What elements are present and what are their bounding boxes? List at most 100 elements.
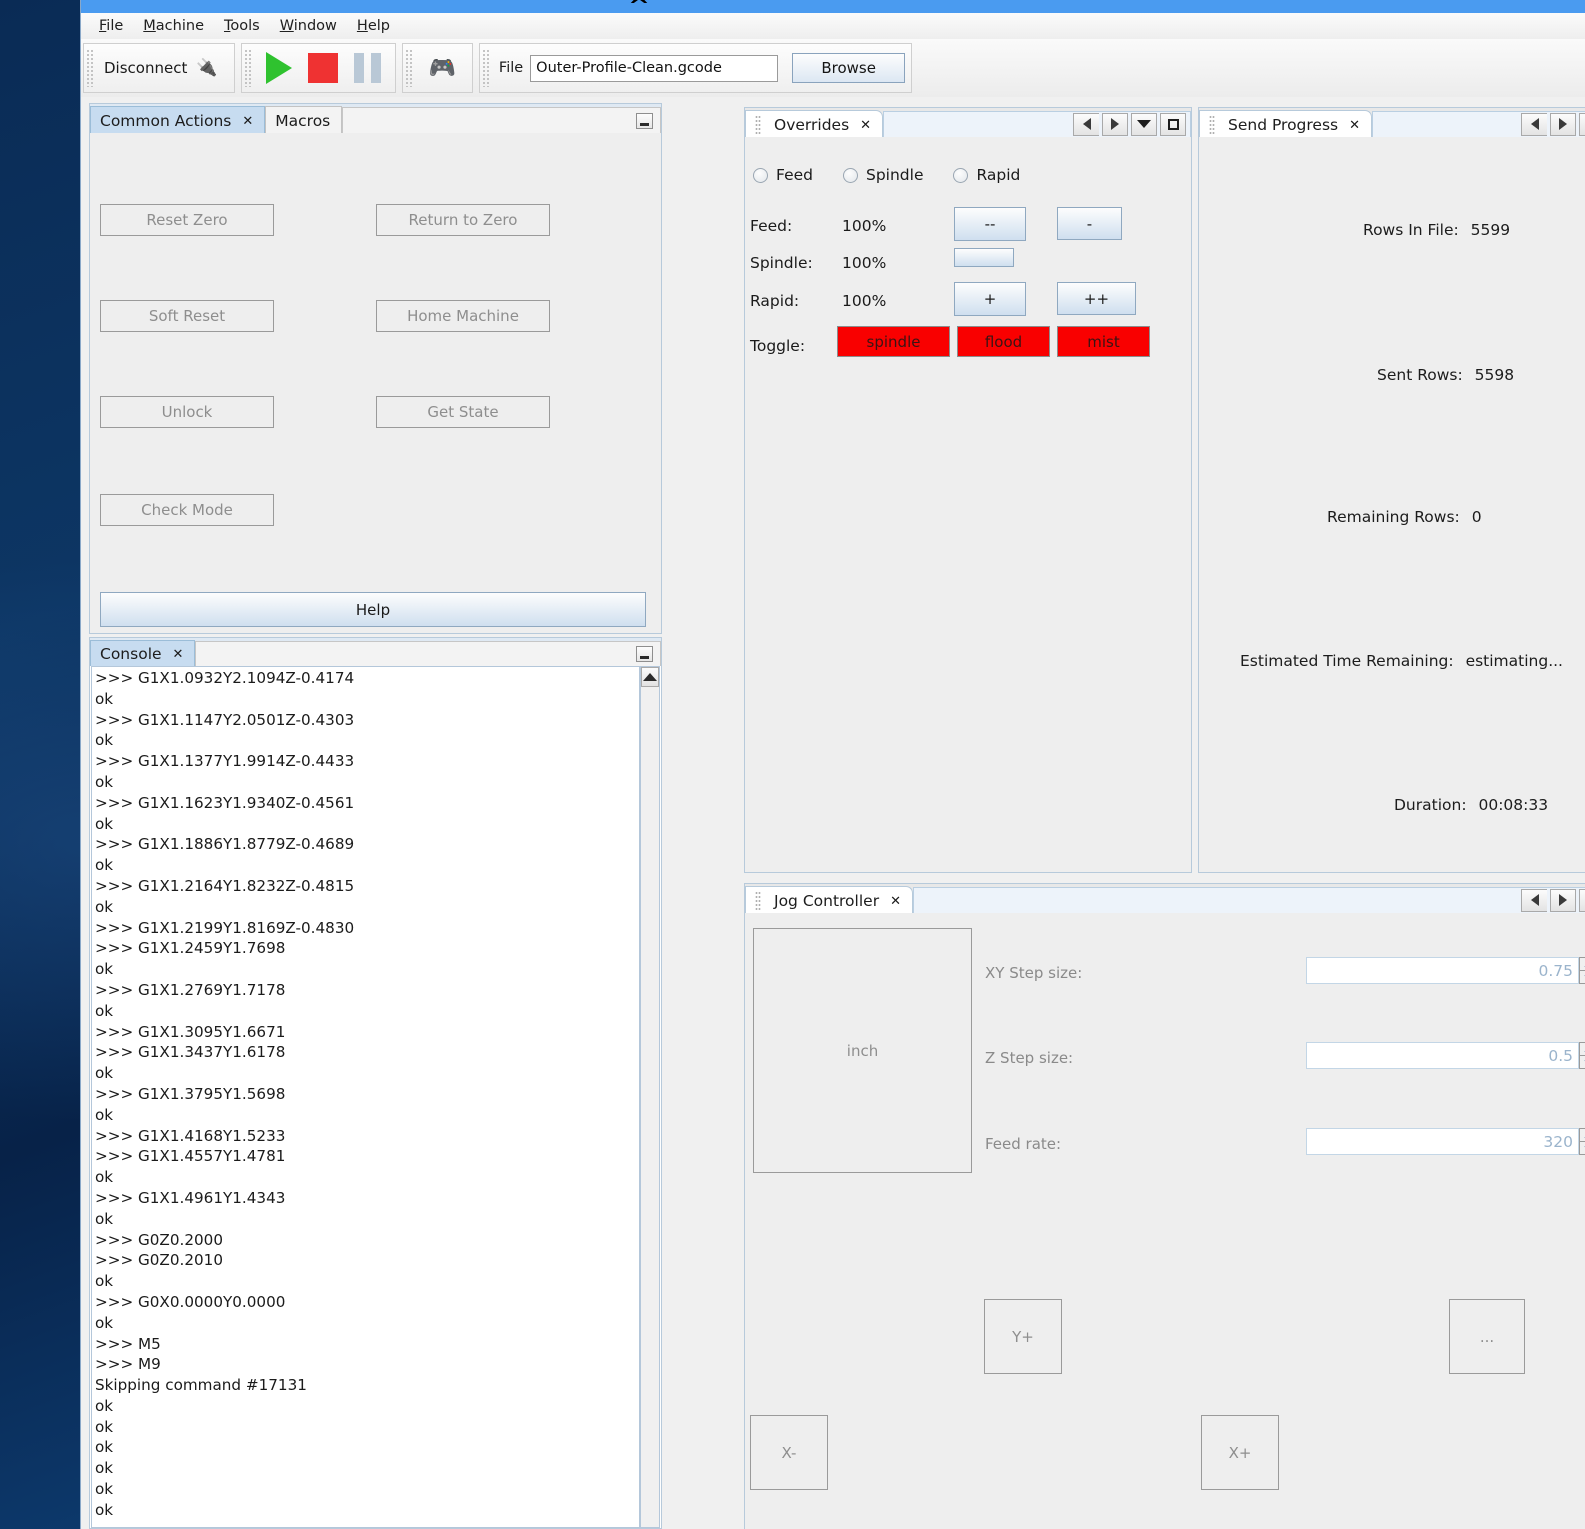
eta-row: Estimated Time Remaining: estimating... [1240,652,1563,670]
chevron-down-icon[interactable] [1579,888,1585,912]
tabstrip-filler [1372,111,1585,138]
tab-macros[interactable]: Macros [265,106,343,135]
rows-in-file-row: Rows In File: 5599 [1363,221,1510,239]
chevron-left-icon[interactable] [1521,112,1547,136]
menu-machine[interactable]: Machine [133,16,214,36]
chevron-left-icon[interactable] [1073,112,1099,136]
console-line: >>> G1X1.4557Y1.4781 [95,1147,286,1166]
jog-units-display[interactable]: inch [753,928,972,1173]
feed-rate-spinner[interactable] [1306,1128,1585,1155]
tab-overrides[interactable]: Overrides ✕ [745,110,884,139]
jog-x-minus-button[interactable]: X- [750,1415,828,1490]
toolbar-grip[interactable] [404,49,414,87]
radio-rapid[interactable] [953,167,969,183]
tab-grip[interactable] [755,891,761,911]
spin-up-icon[interactable] [1579,1128,1585,1141]
feed-decrease-large-button[interactable]: -- [954,207,1026,241]
play-icon[interactable] [265,52,292,84]
chevron-right-icon[interactable] [1550,112,1576,136]
tab-send-progress[interactable]: Send Progress ✕ [1199,110,1373,139]
rapid-increase-large-button[interactable]: ++ [1057,282,1136,315]
close-icon[interactable]: ✕ [242,114,253,129]
z-step-spin-buttons[interactable] [1579,1042,1585,1069]
reset-zero-button[interactable]: Reset Zero [100,204,274,236]
spin-up-icon[interactable] [1579,957,1585,970]
menu-help[interactable]: Help [347,16,400,36]
check-mode-button[interactable]: Check Mode [100,494,274,526]
close-icon[interactable]: ✕ [890,894,901,909]
spin-up-icon[interactable] [1579,1042,1585,1055]
soft-reset-button[interactable]: Soft Reset [100,300,274,332]
xy-step-spin-buttons[interactable] [1579,957,1585,984]
stop-icon[interactable] [307,53,338,83]
close-icon[interactable]: ✕ [1349,118,1360,133]
tab-common-actions[interactable]: Common Actions ✕ [90,106,266,135]
send-progress-tabstrip: Send Progress ✕ [1199,108,1585,139]
spindle-reset-button[interactable] [954,248,1014,267]
spin-down-icon[interactable] [1579,970,1585,984]
application-window: ^ File Machine Tools Window Help Disconn… [80,0,1585,1529]
help-button[interactable]: Help [100,592,646,627]
close-icon[interactable]: ✕ [173,647,184,662]
jog-more-button[interactable]: ... [1449,1299,1525,1374]
xy-step-size-input[interactable] [1306,957,1579,984]
overrides-header-buttons [1069,112,1190,138]
chevron-right-icon[interactable] [1102,112,1128,136]
feed-decrease-button[interactable]: - [1057,207,1122,240]
jog-x-plus-button[interactable]: X+ [1201,1415,1279,1490]
feed-rate-spin-buttons[interactable] [1579,1128,1585,1155]
send-progress-panel: Send Progress ✕ Rows In File: 5599 Sent … [1198,107,1585,873]
browse-button[interactable]: Browse [792,53,906,83]
scroll-up-icon[interactable] [641,667,659,687]
get-state-button[interactable]: Get State [376,396,550,428]
chevron-down-icon[interactable] [1579,112,1585,136]
disconnect-label: Disconnect [104,59,188,77]
tab-grip[interactable] [755,115,761,135]
rapid-increase-button[interactable]: + [954,282,1026,316]
menu-tools[interactable]: Tools [214,16,270,36]
close-icon[interactable]: ✕ [860,118,871,133]
tabstrip-filler [342,107,661,134]
toolbar-grip[interactable] [86,49,95,87]
console-line: ok [95,731,114,750]
disconnect-button[interactable]: Disconnect 🔌 [100,54,228,82]
z-step-size-input[interactable] [1306,1042,1579,1069]
tab-console[interactable]: Console ✕ [90,640,196,667]
jog-y-plus-button[interactable]: Y+ [984,1299,1062,1374]
spin-down-icon[interactable] [1579,1141,1585,1155]
menu-file[interactable]: File [89,16,133,36]
return-to-zero-button[interactable]: Return to Zero [376,204,550,236]
z-step-size-spinner[interactable] [1306,1042,1585,1069]
toolbar-grip[interactable] [481,49,491,87]
console-scrollbar[interactable] [640,666,660,1528]
maximize-icon[interactable] [1160,112,1186,136]
minimize-icon[interactable] [636,646,653,662]
toggle-mist-button[interactable]: mist [1057,326,1150,357]
menu-window[interactable]: Window [270,16,347,36]
chevron-left-icon[interactable] [1521,888,1547,912]
console-output[interactable]: >>> G1X1.0932Y2.1094Z-0.4174 ok >>> G1X1.1… [91,666,640,1528]
chevron-down-icon[interactable] [1131,112,1157,136]
gamepad-icon[interactable]: 🎮 [419,56,466,81]
radio-feed[interactable] [753,167,768,183]
tab-grip[interactable] [1209,115,1215,135]
pause-icon[interactable] [353,53,381,83]
chevron-right-icon[interactable] [1550,888,1576,912]
common-actions-panel: Common Actions ✕ Macros Reset Zero Retur… [89,103,662,634]
minimize-icon[interactable] [636,113,653,129]
feed-rate-input[interactable] [1306,1128,1579,1155]
tab-jog-controller[interactable]: Jog Controller ✕ [745,886,913,915]
gcode-file-input[interactable] [530,54,779,82]
unlock-button[interactable]: Unlock [100,396,274,428]
sent-rows-value: 5598 [1474,366,1515,384]
radio-spindle[interactable] [842,167,858,183]
home-machine-button[interactable]: Home Machine [376,300,550,332]
xy-step-size-spinner[interactable] [1306,957,1585,984]
toolbar-grip[interactable] [243,49,253,87]
toggle-flood-button[interactable]: flood [957,326,1050,357]
console-line: >>> G1X1.0932Y2.1094Z-0.4174 [95,669,355,687]
console-line: >>> M9 [95,1355,161,1374]
console-line: ok [95,1480,114,1499]
spin-down-icon[interactable] [1579,1055,1585,1069]
toggle-spindle-button[interactable]: spindle [837,326,950,357]
